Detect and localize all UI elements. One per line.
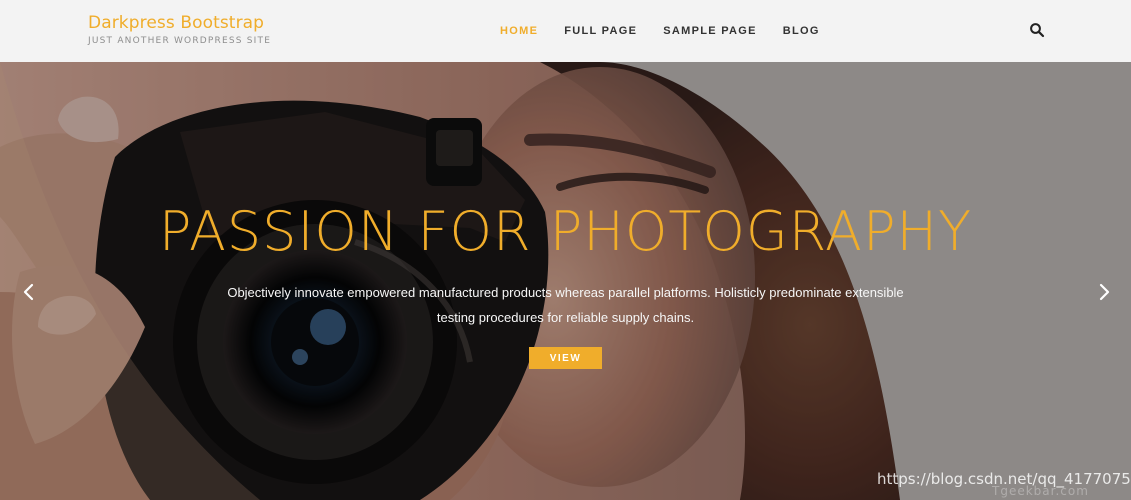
hero-title: PASSION FOR PHOTOGRAPHY	[158, 200, 973, 263]
nav-full-page[interactable]: FULL PAGE	[564, 24, 637, 38]
chevron-left-icon	[23, 283, 34, 301]
nav-home[interactable]: HOME	[500, 24, 538, 38]
previous-slide-button[interactable]	[21, 283, 37, 301]
page: Darkpress Bootstrap Just another WordPre…	[0, 0, 1131, 500]
site-brand[interactable]: Darkpress Bootstrap Just another WordPre…	[88, 12, 308, 50]
hero-description: Objectively innovate empowered manufactu…	[227, 285, 904, 325]
main-navigation: HOME FULL PAGE SAMPLE PAGE BLOG	[500, 23, 820, 39]
chevron-right-icon	[1099, 283, 1110, 301]
nav-sample-page[interactable]: SAMPLE PAGE	[663, 24, 757, 38]
view-button[interactable]: VIEW	[529, 347, 602, 369]
site-header: Darkpress Bootstrap Just another WordPre…	[0, 0, 1131, 62]
watermark-secondary: Tgeekbar.com	[992, 484, 1089, 498]
site-title[interactable]: Darkpress Bootstrap	[88, 12, 264, 34]
hero-slider: PASSION FOR PHOTOGRAPHY Objectively inno…	[0, 62, 1131, 500]
next-slide-button[interactable]	[1096, 283, 1112, 301]
site-tagline: Just another WordPress site	[88, 36, 272, 46]
search-button[interactable]	[1029, 22, 1045, 38]
search-icon	[1030, 23, 1045, 38]
nav-blog[interactable]: BLOG	[783, 24, 820, 38]
